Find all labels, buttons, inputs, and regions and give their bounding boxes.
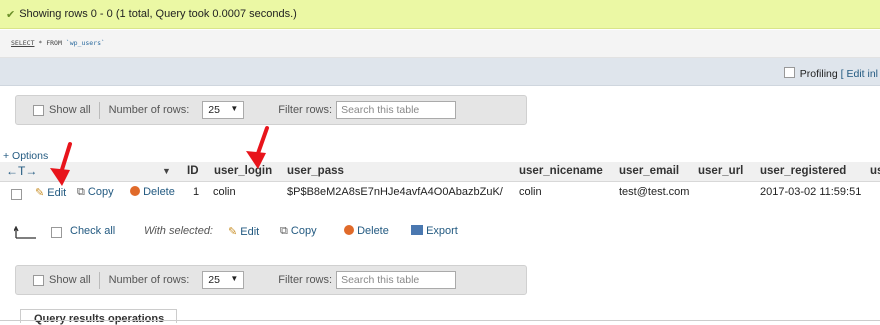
profiling-checkbox[interactable] <box>783 67 795 78</box>
cell-id: 1 <box>193 186 200 198</box>
success-message: Showing rows 0 - 0 (1 total, Query took … <box>19 8 297 20</box>
divider <box>98 271 100 289</box>
table-row: ✎ Edit ⧉ Copy Delete 1 colin $P$B8eM2A8s… <box>0 183 880 203</box>
show-all-checkbox[interactable] <box>33 104 44 116</box>
column-header-user-email[interactable]: user_email <box>619 165 679 177</box>
with-selected-label: With selected: <box>144 225 213 237</box>
sql-table-name: `wp_users` <box>65 39 105 47</box>
red-annotation-arrow-icon <box>50 142 72 186</box>
show-all-label: Show all <box>49 274 91 286</box>
cell-user-nicename: colin <box>519 186 542 198</box>
top-navigation-bar: Show all Number of rows: 25 ▼ Filter rows… <box>15 95 527 125</box>
profiling-bar: Profiling [ Edit inl <box>0 58 880 86</box>
sort-dropdown-icon[interactable]: ▼ <box>162 166 171 176</box>
cell-user-registered: 2017-03-02 11:59:51 <box>760 186 862 198</box>
bulk-actions-bar: Check all With selected: ✎ Edit ⧉ Copy D… <box>0 224 880 242</box>
check-all-link[interactable]: Check all <box>70 225 115 237</box>
filter-rows-label: Filter rows: <box>278 104 333 116</box>
number-of-rows-label: Number of rows: <box>108 274 190 286</box>
chevron-down-icon: ▼ <box>230 104 239 113</box>
column-header-user-registered[interactable]: user_registered <box>760 165 846 177</box>
chevron-down-icon: ▼ <box>230 274 239 283</box>
checkmark-icon: ✔ <box>6 8 16 21</box>
number-of-rows-select[interactable]: 25 ▼ <box>202 101 245 119</box>
bottom-navigation-bar: Show all Number of rows: 25 ▼ Filter rows… <box>15 265 527 295</box>
column-header-user-pass[interactable]: user_pass <box>287 165 344 177</box>
pencil-icon: ✎ <box>35 187 45 199</box>
number-of-rows-label: Number of rows: <box>108 104 190 116</box>
show-all-checkbox[interactable] <box>33 274 44 286</box>
row-copy-link[interactable]: ⧉ Copy <box>77 186 114 199</box>
filter-rows-label: Filter rows: <box>278 274 333 286</box>
number-of-rows-select[interactable]: 25 ▼ <box>202 271 245 289</box>
red-annotation-arrow-icon <box>246 126 269 169</box>
export-icon <box>411 225 423 235</box>
delete-icon <box>344 225 354 235</box>
check-all-checkbox[interactable] <box>51 227 62 238</box>
column-toggle-leftright[interactable]: ←T→ <box>6 164 37 178</box>
sql-select-keyword[interactable]: SELECT <box>11 39 34 47</box>
arrow-up-left-icon <box>14 226 36 239</box>
filter-rows-input[interactable]: Search this table <box>336 271 457 289</box>
row-checkbox[interactable] <box>11 189 22 200</box>
bulk-edit-button[interactable]: ✎ Edit <box>228 225 259 238</box>
column-header-overflow[interactable]: us <box>870 165 880 177</box>
results-table-header: ←T→ ▼ ID user_login user_pass user_nicen… <box>0 162 880 182</box>
column-header-user-url[interactable]: user_url <box>698 165 743 177</box>
sql-star-from: * FROM <box>38 39 62 47</box>
cell-user-login: colin <box>213 186 236 198</box>
bulk-delete-button[interactable]: Delete <box>344 225 389 237</box>
cell-user-pass: $P$B8eM2A8sE7nHJe4avfA4O0AbazbZuK/ <box>287 186 503 198</box>
filter-rows-input[interactable]: Search this table <box>336 101 457 119</box>
show-all-label: Show all <box>49 104 91 116</box>
cell-user-email: test@test.com <box>619 186 690 198</box>
row-delete-link[interactable]: Delete <box>130 186 175 198</box>
success-message-bar: ✔ Showing rows 0 - 0 (1 total, Query too… <box>0 0 880 29</box>
divider <box>98 101 100 119</box>
copy-icon: ⧉ <box>280 225 288 237</box>
sql-query-box[interactable]: SELECT * FROM `wp_users` <box>0 30 880 58</box>
edit-inline-link[interactable]: [ Edit inl <box>841 68 878 80</box>
profiling-label: Profiling <box>799 68 838 80</box>
column-header-user-nicename[interactable]: user_nicename <box>519 165 603 177</box>
pencil-icon: ✎ <box>228 226 238 238</box>
bulk-copy-button[interactable]: ⧉ Copy <box>280 225 317 238</box>
delete-icon <box>130 186 140 196</box>
bulk-export-button[interactable]: Export <box>411 225 458 237</box>
column-header-id[interactable]: ID <box>187 165 199 177</box>
